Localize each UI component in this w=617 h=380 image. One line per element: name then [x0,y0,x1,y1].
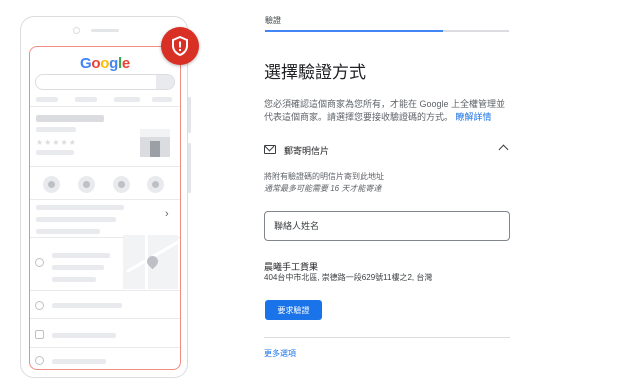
phone-screen: Google ★★★★★ › [29,46,181,370]
mock-divider [30,166,180,167]
phone-speaker [91,29,119,32]
share-icon [147,176,164,193]
mock-business-title [36,115,104,122]
storefront-icon [140,129,170,157]
delivery-time-note: 通常最多可能需要 16 天才能寄達 [264,184,382,193]
phone-camera [73,27,80,34]
mock-line [52,277,96,282]
mock-line [36,217,116,222]
mini-map [123,235,178,289]
page-title: 選擇驗證方式 [264,63,366,82]
business-address: 404台中市北區, 崇德路一段629號11樓之2, 台灣 [264,273,433,282]
mock-line [36,205,124,210]
chevron-up-icon[interactable] [498,144,509,155]
shield-alert-icon [161,27,199,65]
mock-tab [114,97,140,102]
mock-line [36,229,100,234]
mail-option-title: 郵寄明信片 [284,146,330,156]
mock-line [52,333,116,338]
learn-more-link[interactable]: 瞭解詳情 [456,112,492,122]
clock-icon [35,301,44,310]
bookmark-icon [113,176,130,193]
mock-rating-stars: ★★★★★ [36,138,77,147]
mock-tab [36,97,58,102]
mock-search-bar [35,74,175,90]
phone-side-button [188,97,191,133]
more-options-link[interactable]: 更多選項 [264,348,296,359]
mock-divider [30,106,180,107]
mock-line [36,127,76,132]
mock-line [36,150,74,155]
divider [264,337,510,338]
mock-line [52,359,106,364]
mock-divider [30,290,180,291]
mock-line [52,265,104,270]
request-verification-button[interactable]: 要求驗證 [265,300,322,320]
mock-divider [30,318,180,319]
phone-icon [43,176,60,193]
mail-icon [264,145,276,154]
mail-option-header[interactable]: 郵寄明信片 [264,143,510,157]
location-pin-icon [35,258,44,267]
phone-side-button [188,143,191,193]
mock-divider [30,199,180,200]
directions-icon [78,176,95,193]
progress-bar [265,30,509,32]
google-logo: Google [80,55,130,72]
globe-icon [35,356,44,365]
mock-search-button [156,75,174,89]
step-label: 驗證 [265,16,281,25]
mail-note-line: 將附有驗證碼的明信片寄到此地址 [264,172,384,181]
page-description: 您必須確認這個商家為您所有，才能在 Google 上全權管理並代表這個商家。請選… [264,98,510,124]
phone-illustration: Google ★★★★★ › [20,16,191,378]
mock-divider [30,347,180,348]
progress-fill [265,30,444,32]
mock-line [52,303,122,308]
mock-tab [152,97,172,102]
phone-call-icon [35,330,44,339]
contact-name-input[interactable] [264,211,510,241]
chevron-right-icon: › [165,208,169,220]
mock-line [52,253,110,258]
mock-tab [75,97,97,102]
mail-note: 將附有驗證碼的明信片寄到此地址 通常最多可能需要 16 天才能寄達 [264,171,384,195]
